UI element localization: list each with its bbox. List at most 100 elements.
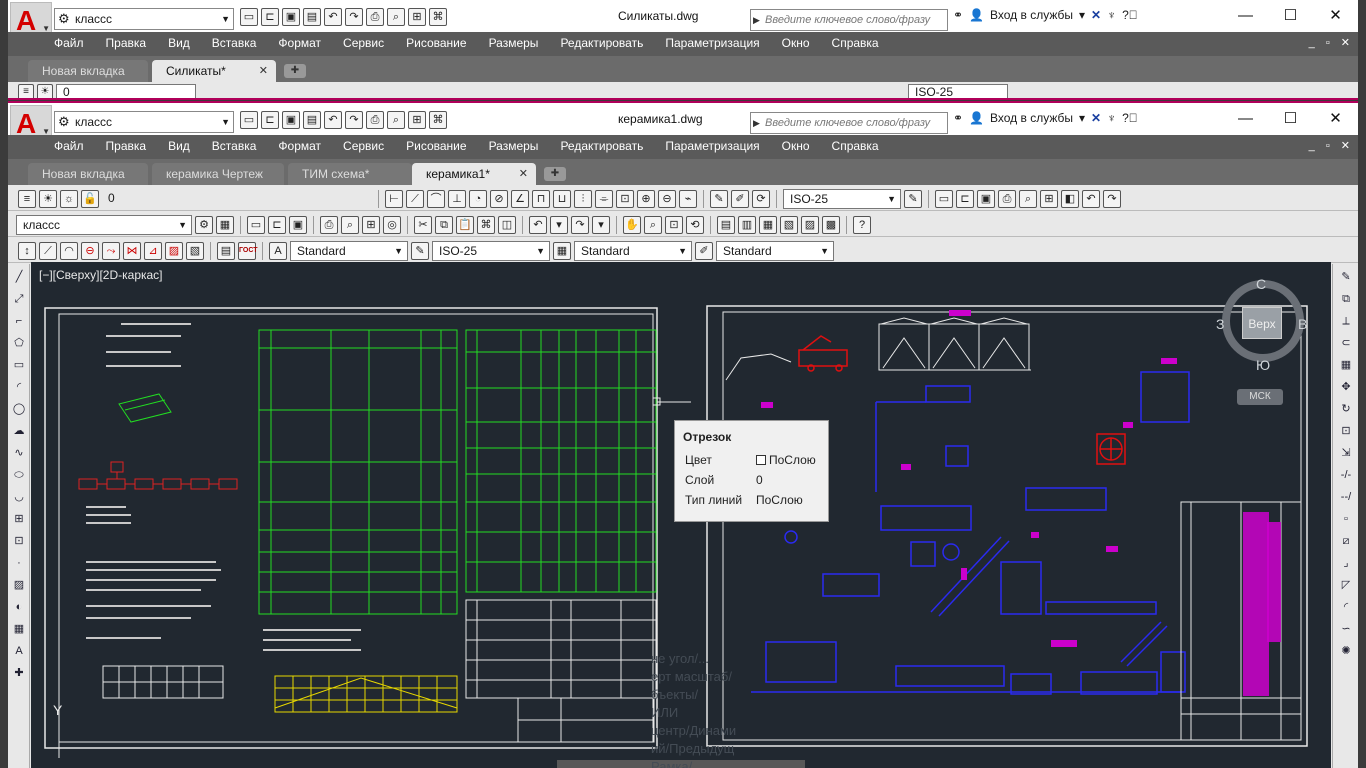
match-properties-icon[interactable]: ⌘ bbox=[429, 111, 447, 129]
workspace-select[interactable]: ⚙ классс ▼ bbox=[54, 111, 234, 133]
menu-item[interactable]: Файл bbox=[54, 139, 84, 153]
dim-style-icon[interactable]: ✎ bbox=[904, 190, 922, 208]
menu-item[interactable]: Размеры bbox=[489, 36, 539, 50]
menu-item[interactable]: Рисование bbox=[406, 36, 466, 50]
search-input[interactable]: ▶ Введите ключевое слово/фразу bbox=[750, 112, 948, 134]
menu-item[interactable]: Окно bbox=[782, 139, 810, 153]
dim-edit-icon[interactable]: ✎ bbox=[710, 190, 728, 208]
zoom-window-icon[interactable]: ⊡ bbox=[665, 216, 683, 234]
lightbulb-icon[interactable]: ☀ bbox=[37, 84, 53, 98]
dim-baseline-icon[interactable]: ⊓ bbox=[532, 190, 550, 208]
arc-icon[interactable]: ◜ bbox=[11, 379, 27, 395]
ellipse-icon[interactable]: ⬭ bbox=[11, 467, 27, 483]
new-file-icon[interactable]: ▭ bbox=[240, 111, 258, 129]
dim-style-select[interactable]: ISO-25 ▼ bbox=[432, 241, 550, 261]
menu-item[interactable]: Сервис bbox=[343, 139, 384, 153]
match-properties-icon[interactable]: ⌘ bbox=[429, 8, 447, 26]
help-icon[interactable]: ? bbox=[853, 216, 871, 234]
close-tab-icon[interactable]: ✕ bbox=[519, 163, 528, 185]
table-icon[interactable]: ▦ bbox=[11, 621, 27, 637]
undo-icon[interactable]: ↶ bbox=[324, 111, 342, 129]
new-file-icon[interactable]: ▭ bbox=[935, 190, 953, 208]
viewcube-east[interactable]: В bbox=[1298, 316, 1307, 332]
break-icon[interactable]: ⧄ bbox=[1338, 533, 1354, 549]
menu-item[interactable]: Вид bbox=[168, 36, 190, 50]
dim-update-icon[interactable]: ⟳ bbox=[752, 190, 770, 208]
match-properties-icon[interactable]: ⌘ bbox=[477, 216, 495, 234]
design-center-icon[interactable]: ▥ bbox=[738, 216, 756, 234]
dim-text-edit-icon[interactable]: ✐ bbox=[731, 190, 749, 208]
tab-tim-schema[interactable]: ТИМ схема* bbox=[288, 163, 412, 185]
maximize-icon[interactable]: ☐ bbox=[1268, 103, 1313, 135]
erase-icon[interactable]: ✎ bbox=[1338, 269, 1354, 285]
copy-icon[interactable]: ⧉ bbox=[435, 216, 453, 234]
mdi-controls[interactable]: _ ▫ ✕ bbox=[1309, 36, 1354, 49]
plot-icon[interactable]: ⎙ bbox=[320, 216, 338, 234]
menu-item[interactable]: Правка bbox=[106, 139, 147, 153]
publish-icon[interactable]: ⊞ bbox=[408, 8, 426, 26]
table-style-select[interactable]: Standard ▼ bbox=[574, 241, 692, 261]
3d-print-icon[interactable]: ◧ bbox=[1061, 190, 1079, 208]
blend-icon[interactable]: ∽ bbox=[1338, 621, 1354, 637]
layer-props-icon[interactable]: ≡ bbox=[18, 84, 34, 98]
viewcube-west[interactable]: З bbox=[1216, 316, 1224, 332]
add-tab-button[interactable]: ✚ bbox=[284, 64, 306, 78]
maximize-icon[interactable]: ☐ bbox=[1268, 0, 1313, 32]
plot-preview-icon[interactable]: ⌕ bbox=[387, 8, 405, 26]
pan-icon[interactable]: ✋ bbox=[623, 216, 641, 234]
construction-line-icon[interactable]: ⤢ bbox=[11, 291, 27, 307]
text-style-icon[interactable]: A bbox=[269, 242, 287, 260]
spline-icon[interactable]: ∿ bbox=[11, 445, 27, 461]
mdi-controls[interactable]: _ ▫ ✕ bbox=[1309, 139, 1354, 152]
break-icon[interactable]: ⤳ bbox=[102, 242, 120, 260]
new-file-icon[interactable]: ▭ bbox=[247, 216, 265, 234]
table-style-icon[interactable]: ▦ bbox=[553, 242, 571, 260]
layer-props-icon[interactable]: ≡ bbox=[18, 190, 36, 208]
gradient-icon[interactable]: ◐ bbox=[11, 599, 27, 615]
explode-icon[interactable]: ✺ bbox=[1338, 643, 1354, 659]
tab-silikaty[interactable]: Силикаты* ✕ bbox=[152, 60, 276, 82]
undo-list-icon[interactable]: ▾ bbox=[550, 216, 568, 234]
dim-break-icon[interactable]: ⌯ bbox=[595, 190, 613, 208]
menu-item[interactable]: Вид bbox=[168, 139, 190, 153]
dim-ordinate-icon[interactable]: ⊥ bbox=[448, 190, 466, 208]
dim-space-icon[interactable]: ⫶ bbox=[574, 190, 592, 208]
save-as-icon[interactable]: ▤ bbox=[303, 8, 321, 26]
menu-item[interactable]: Справка bbox=[832, 36, 879, 50]
array-icon[interactable]: ▦ bbox=[1338, 357, 1354, 373]
menu-item[interactable]: Вставка bbox=[212, 139, 257, 153]
menu-item[interactable]: Формат bbox=[278, 139, 321, 153]
tab-keramika1[interactable]: керамика1* ✕ bbox=[412, 163, 536, 185]
mtext-icon[interactable]: A bbox=[11, 643, 27, 659]
dim-diameter-icon[interactable]: ⊘ bbox=[490, 190, 508, 208]
close-tab-icon[interactable]: ✕ bbox=[259, 60, 268, 82]
trim-icon[interactable]: -/- bbox=[1338, 467, 1354, 483]
save-icon[interactable]: ▣ bbox=[282, 8, 300, 26]
revision-cloud-icon[interactable]: ☁ bbox=[11, 423, 27, 439]
publish-icon[interactable]: ⊞ bbox=[1040, 190, 1058, 208]
app-menu-button[interactable]: A ▼ bbox=[10, 2, 52, 36]
viewcube-face-top[interactable]: Верх bbox=[1242, 307, 1282, 339]
redo-list-icon[interactable]: ▾ bbox=[592, 216, 610, 234]
menu-item[interactable]: Справка bbox=[832, 139, 879, 153]
polygon-icon[interactable]: ⬠ bbox=[11, 335, 27, 351]
join-icon[interactable]: ⌟ bbox=[1338, 555, 1354, 571]
rotate-icon[interactable]: ↻ bbox=[1338, 401, 1354, 417]
zoom-realtime-icon[interactable]: ⌕ bbox=[644, 216, 662, 234]
minimize-icon[interactable]: — bbox=[1223, 103, 1268, 135]
stretch-icon[interactable]: ⇲ bbox=[1338, 445, 1354, 461]
undo-icon[interactable]: ↶ bbox=[1082, 190, 1100, 208]
open-file-icon[interactable]: ⊏ bbox=[268, 216, 286, 234]
menu-item[interactable]: Файл bbox=[54, 36, 84, 50]
help-icon[interactable]: ?⃝ bbox=[1122, 111, 1138, 125]
tab-new[interactable]: Новая вкладка bbox=[28, 163, 148, 185]
menu-item[interactable]: Параметризация bbox=[665, 139, 759, 153]
workspace-settings-icon[interactable]: ▦ bbox=[216, 216, 234, 234]
trim-icon[interactable]: ⋈ bbox=[123, 242, 141, 260]
autodesk-a360-icon[interactable]: ♆ bbox=[1107, 111, 1116, 125]
chamfer-icon[interactable]: ◸ bbox=[1338, 577, 1354, 593]
workspace-select[interactable]: ⚙ классс ▼ bbox=[54, 8, 234, 30]
add-tab-button[interactable]: ✚ bbox=[544, 167, 566, 181]
exchange-icon[interactable]: ✕ bbox=[1091, 8, 1101, 22]
properties-icon[interactable]: ▤ bbox=[717, 216, 735, 234]
